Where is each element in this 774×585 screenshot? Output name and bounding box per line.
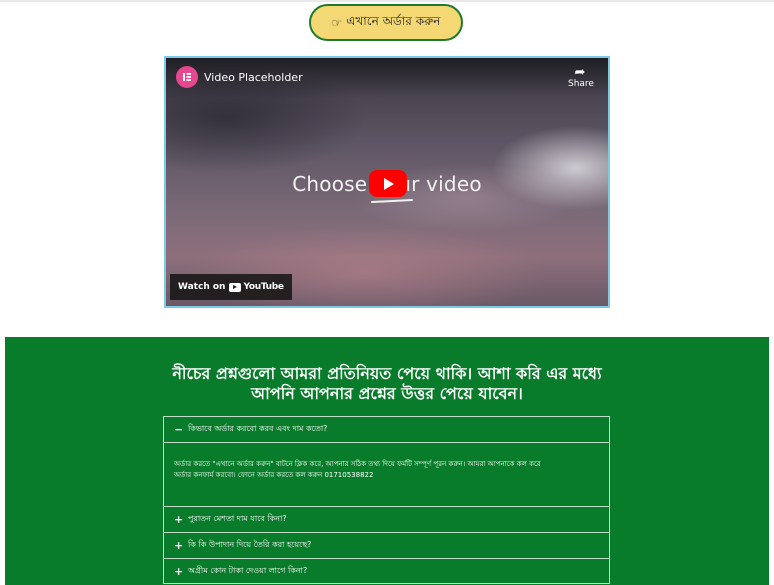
watch-on-youtube-button[interactable]: Watch on YouTube: [170, 274, 292, 300]
faq-heading-line1: নীচের প্রশ্নগুলো আমরা প্রতিনিয়ত পেয়ে থ…: [172, 364, 602, 383]
faq-question: কিভাবে অর্ডার করবো করব এবং দাম কতো?: [188, 424, 328, 433]
watch-on-label: Watch on: [178, 282, 226, 292]
play-icon: [384, 177, 394, 190]
youtube-logo: YouTube: [229, 282, 284, 292]
order-here-button[interactable]: ☞ এখানে অর্ডার করুন: [309, 4, 463, 41]
share-label: Share: [568, 79, 594, 89]
collapse-icon: −: [174, 423, 184, 436]
top-divider: [0, 0, 774, 2]
faq-question: পুরাতন মেশতা দাম যাবে কিনা?: [188, 514, 287, 523]
faq-answer: অর্ডার করতে "এখানে অর্ডার করুন" বাটনে ক্…: [163, 442, 610, 506]
faq-heading: নীচের প্রশ্নগুলো আমরা প্রতিনিয়ত পেয়ে থ…: [5, 364, 769, 404]
share-button[interactable]: ➦ Share: [568, 65, 594, 89]
faq-item-advance-payment[interactable]: + অগ্রীম কোন টাকা দেওয়া লাগে কিনা?: [163, 558, 610, 584]
expand-icon: +: [174, 539, 184, 552]
faq-answer-line1: অর্ডার করতে "এখানে অর্ডার করুন" বাটনে ক্…: [174, 460, 541, 468]
faq-question: কি কি উপাদান দিয়ে তৈরি করা হয়েছে?: [188, 540, 312, 549]
expand-icon: +: [174, 513, 184, 526]
faq-question: অগ্রীম কোন টাকা দেওয়া লাগে কিনা?: [188, 565, 308, 575]
share-arrow-icon: ➦: [574, 65, 586, 80]
faq-accordion: − কিভাবে অর্ডার করবো করব এবং দাম কতো? অর…: [163, 416, 610, 584]
expand-icon: +: [174, 564, 184, 578]
hand-pointing-icon: ☞: [331, 15, 343, 30]
order-button-label: এখানে অর্ডার করুন: [346, 13, 441, 28]
faq-item-old-price[interactable]: + পুরাতন মেশতা দাম যাবে কিনা?: [163, 506, 610, 532]
youtube-logo-icon: [229, 282, 242, 292]
youtube-label: YouTube: [243, 282, 284, 292]
video-player[interactable]: Video Placeholder ➦ Share Choose your vi…: [164, 56, 610, 308]
faq-section: নীচের প্রশ্নগুলো আমরা প্রতিনিয়ত পেয়ে থ…: [5, 337, 769, 585]
faq-answer-line2: অর্ডার কনফার্ম করবো। ফোনে অর্ডার করতে কল…: [174, 471, 374, 479]
faq-item-how-to-order[interactable]: − কিভাবে অর্ডার করবো করব এবং দাম কতো?: [163, 416, 610, 442]
faq-heading-line2: আপনি আপনার প্রশ্নের উত্তর পেয়ে যাবেন।: [251, 384, 523, 403]
faq-item-ingredients[interactable]: + কি কি উপাদান দিয়ে তৈরি করা হয়েছে?: [163, 532, 610, 558]
youtube-play-button[interactable]: [369, 170, 407, 197]
video-title[interactable]: Video Placeholder: [204, 71, 303, 84]
elementor-logo-icon[interactable]: [176, 66, 198, 88]
